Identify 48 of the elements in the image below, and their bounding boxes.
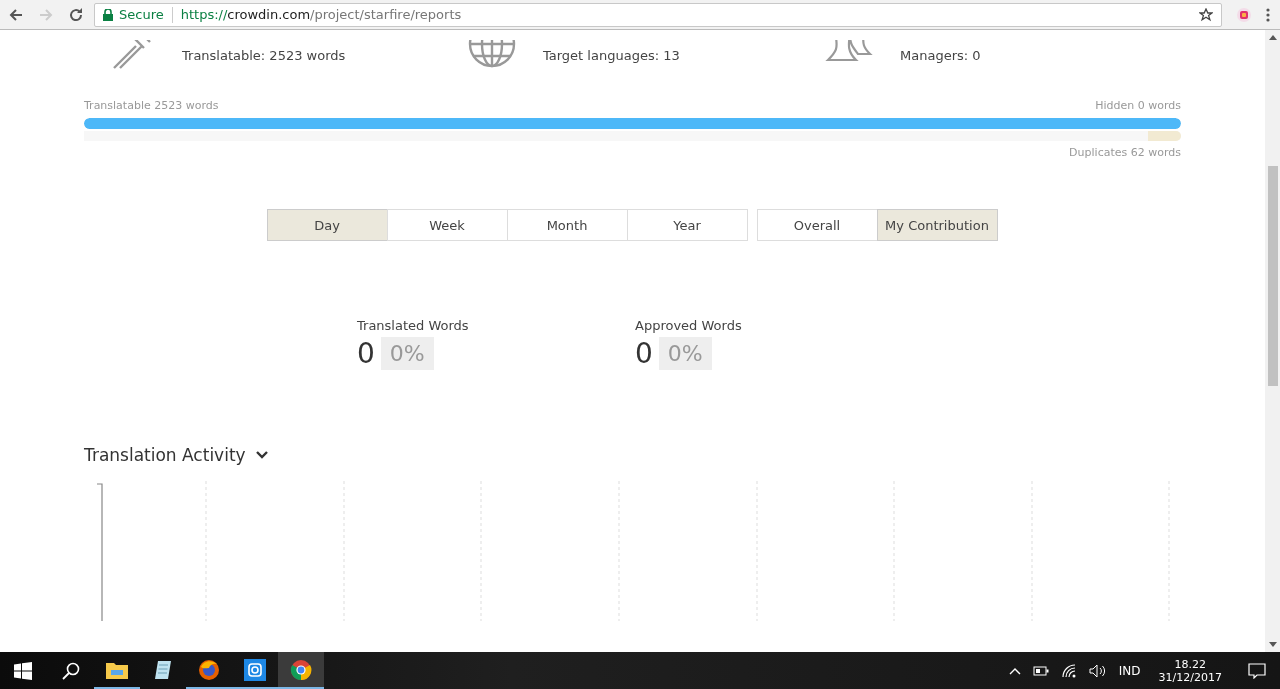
stat-value: 0 xyxy=(357,337,375,370)
scroll-up-icon[interactable] xyxy=(1268,34,1277,40)
camera-app-icon xyxy=(244,658,266,681)
section-title: Translation Activity xyxy=(84,445,246,465)
scrollbar[interactable] xyxy=(1265,30,1280,652)
chevron-down-icon[interactable] xyxy=(255,451,268,459)
lock-icon xyxy=(103,8,113,21)
percent-badge: 0% xyxy=(380,337,434,370)
progress-label: Translatable 2523 words xyxy=(84,99,219,112)
summary-text: Target languages: 13 xyxy=(543,48,680,65)
progress-label: Hidden 0 words xyxy=(1095,99,1181,112)
clock-date[interactable]: 31/12/2017 xyxy=(1158,670,1222,684)
wifi-icon[interactable] xyxy=(1060,663,1077,678)
period-tab[interactable]: Year xyxy=(626,209,748,241)
firefox-icon xyxy=(198,658,220,681)
chrome-icon xyxy=(290,658,312,681)
taskbar-app[interactable] xyxy=(278,652,324,689)
summary-text: Managers: 0 xyxy=(900,48,981,65)
bookmark-star-icon[interactable] xyxy=(1199,7,1213,22)
menu-icon[interactable] xyxy=(1266,6,1270,23)
secure-label: Secure xyxy=(119,7,164,22)
scroll-thumb[interactable] xyxy=(1267,166,1278,386)
volume-icon[interactable] xyxy=(1088,663,1107,678)
search-icon[interactable] xyxy=(62,661,80,680)
reload-icon[interactable] xyxy=(68,6,84,23)
windows-start-icon[interactable] xyxy=(14,661,32,680)
period-tab[interactable]: Month xyxy=(506,209,628,241)
back-icon[interactable] xyxy=(8,6,24,23)
summary-text: Translatable: 2523 words xyxy=(182,48,346,65)
scroll-down-icon[interactable] xyxy=(1268,642,1277,648)
progress-label: Duplicates 62 words xyxy=(1069,146,1181,159)
folder-icon xyxy=(106,660,128,679)
chevron-up-icon[interactable] xyxy=(1008,666,1021,675)
notification-icon[interactable] xyxy=(1248,662,1266,679)
stat-label: Approved Words xyxy=(635,318,743,333)
language-indicator[interactable]: IND xyxy=(1118,663,1141,678)
scope-tab[interactable]: Overall xyxy=(756,209,878,241)
extension-icon[interactable] xyxy=(1236,6,1252,23)
percent-badge: 0% xyxy=(658,337,712,370)
address-bar[interactable]: Secure https://crowdin.com/project/starfire/reports xyxy=(94,2,1222,27)
battery-icon[interactable] xyxy=(1032,665,1049,676)
period-tab[interactable]: Week xyxy=(386,209,508,241)
notepad-icon xyxy=(153,659,173,680)
stat-value: 0 xyxy=(635,337,653,370)
scope-tab[interactable]: My Contribution xyxy=(876,209,998,241)
url-text: https://crowdin.com/project/starfire/reports xyxy=(180,7,463,22)
clock-time[interactable]: 18.22 xyxy=(1174,657,1207,671)
period-tab[interactable]: Day xyxy=(266,209,388,241)
